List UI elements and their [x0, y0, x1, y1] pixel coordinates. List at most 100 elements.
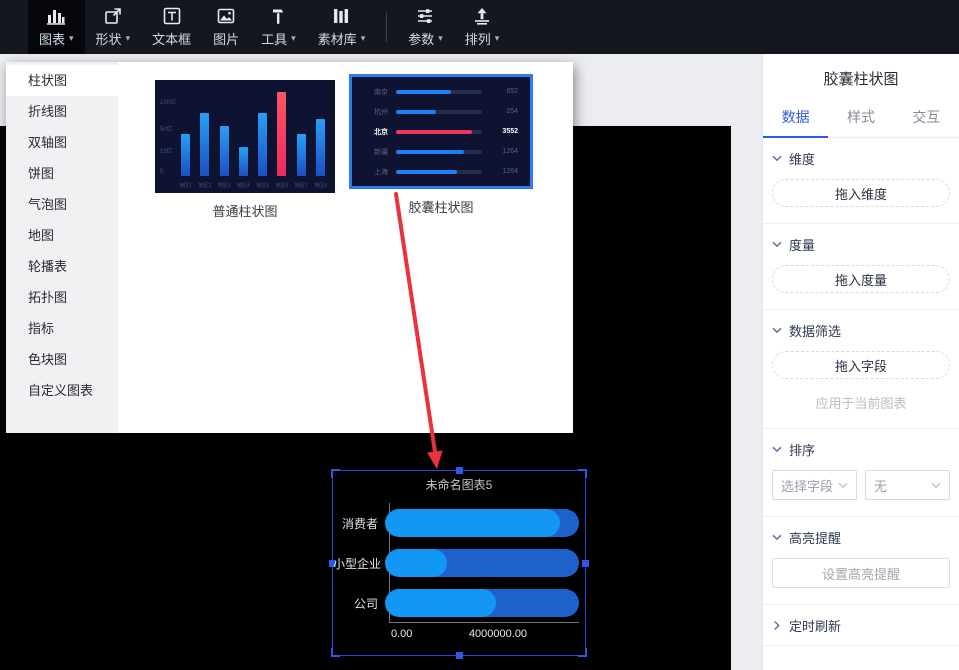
- row-value: 3552: [502, 128, 518, 135]
- category-label: 公司: [353, 596, 378, 611]
- menu-item-bar-chart[interactable]: 柱状图: [6, 65, 118, 96]
- toolbar-item-label: 工具: [261, 32, 288, 47]
- bar-track: [385, 589, 579, 617]
- section-dimension: 维度 拖入维度: [763, 138, 959, 207]
- menu-item-line-chart[interactable]: 折线图: [6, 96, 118, 127]
- section-measure: 度量 拖入度量: [763, 224, 959, 293]
- drop-field-zone[interactable]: 拖入字段: [772, 351, 950, 379]
- sort-controls: 选择字段 无: [772, 470, 950, 500]
- row-track: [396, 149, 482, 154]
- section-measure-header[interactable]: 度量: [772, 224, 950, 264]
- capsule-bar-row: 公司: [333, 589, 579, 617]
- chart-icon: [47, 10, 66, 25]
- gallery-card-capsule-bar[interactable]: 南京 652 杭州 254 北京 3552 新疆 1264 上海 1264 胶囊…: [349, 74, 533, 216]
- x-tick-label: 地区1: [179, 183, 192, 189]
- row-value: 652: [506, 88, 518, 95]
- section-highlight-header[interactable]: 高亮提醒: [772, 517, 950, 557]
- toolbar-item-label: 图表: [39, 32, 66, 47]
- gallery-card-normal-bar[interactable]: 100亿 50亿 10亿 0 地区1 地区2 地区3 地区4 地区5 地区6 地…: [155, 80, 335, 220]
- chevron-down-icon: [772, 241, 782, 247]
- toolbar-separator: [386, 12, 388, 42]
- x-tick-label: 地区7: [294, 183, 308, 189]
- section-title: 度量: [789, 237, 816, 253]
- resize-handle-bottom-right[interactable]: [578, 648, 587, 657]
- resize-handle-right[interactable]: [582, 559, 589, 567]
- section-dimension-header[interactable]: 维度: [772, 138, 950, 178]
- chevron-down-icon: [931, 482, 941, 488]
- x-tick-label: 地区5: [256, 183, 270, 189]
- chart-type-popup: 柱状图 折线图 双轴图 饼图 气泡图 地图 轮播表 拓扑图 指标 色块图 自定义…: [6, 62, 573, 433]
- toolbar-item-charts[interactable]: 图表 ▾: [28, 0, 85, 54]
- top-toolbar: 图表 ▾ 形状 ▾ 文本框 图片 工具 ▾ 素材库 ▾ 参数 ▾ 排列 ▾: [0, 0, 959, 54]
- row-fill: [396, 149, 464, 154]
- bar-track: [385, 549, 579, 577]
- drop-measure-zone[interactable]: 拖入度量: [772, 265, 950, 293]
- section-data-filter-header[interactable]: 数据筛选: [772, 310, 950, 350]
- row-fill: [396, 89, 452, 94]
- bar: [238, 147, 248, 176]
- sort-order-select[interactable]: 无: [865, 470, 950, 500]
- tab-interaction[interactable]: 交互: [894, 101, 959, 137]
- y-tick-label: 10亿: [160, 149, 173, 155]
- menu-item-color-block-chart[interactable]: 色块图: [6, 344, 118, 375]
- resize-handle-top[interactable]: [455, 467, 463, 474]
- menu-item-bubble-chart[interactable]: 气泡图: [6, 189, 118, 220]
- toolbar-item-arrange[interactable]: 排列 ▾: [454, 0, 511, 54]
- section-timed-refresh-header[interactable]: 定时刷新: [772, 605, 950, 645]
- menu-item-map-chart[interactable]: 地图: [6, 220, 118, 251]
- panel-title: 胶囊柱状图: [823, 71, 899, 88]
- chevron-down-icon: ▾: [438, 33, 443, 43]
- chevron-down-icon: ▾: [291, 33, 296, 43]
- capsule-bar-row: 消费者: [333, 509, 579, 537]
- x-axis-tick: 4000000.00: [468, 628, 528, 640]
- divider: [763, 645, 959, 646]
- bar: [258, 113, 268, 176]
- tab-data[interactable]: 数据: [763, 101, 829, 138]
- app-window: 图表 ▾ 形状 ▾ 文本框 图片 工具 ▾ 素材库 ▾ 参数 ▾ 排列 ▾ 未命…: [0, 0, 959, 670]
- section-data-filter: 数据筛选 拖入字段 应用于当前图表: [763, 310, 959, 412]
- capsule-row-highlighted: 北京 3552: [364, 127, 518, 136]
- toolbar-item-parameters[interactable]: 参数 ▾: [397, 0, 454, 54]
- row-label: 杭州: [374, 108, 388, 116]
- row-label: 新疆: [374, 148, 388, 156]
- toolbar-item-image[interactable]: 图片: [202, 0, 250, 54]
- chevron-down-icon: ▾: [360, 33, 366, 43]
- toolbar-item-tools[interactable]: 工具 ▾: [250, 0, 307, 54]
- section-title: 数据筛选: [789, 323, 842, 339]
- resize-handle-bottom[interactable]: [455, 652, 463, 659]
- toolbar-item-textbox[interactable]: 文本框: [141, 0, 202, 54]
- capsule-bar-row: 小型企业: [333, 549, 579, 577]
- toolbar-item-library[interactable]: 素材库 ▾: [307, 0, 377, 54]
- x-tick-labels: 地区1 地区2 地区3 地区4 地区5 地区6 地区7 地区8: [179, 182, 327, 189]
- x-tick-label: 地区3: [217, 183, 231, 189]
- set-highlight-button[interactable]: 设置高亮提醒: [772, 558, 950, 588]
- menu-item-custom-chart[interactable]: 自定义图表: [6, 375, 118, 406]
- tab-style[interactable]: 样式: [828, 101, 893, 137]
- chevron-down-icon: [772, 327, 782, 333]
- sort-field-select[interactable]: 选择字段: [772, 470, 857, 500]
- chevron-down-icon: [772, 446, 782, 452]
- menu-item-indicator[interactable]: 指标: [6, 313, 118, 344]
- bar-fill: [385, 589, 496, 617]
- x-tick-label: 地区8: [314, 183, 327, 189]
- row-track: [396, 89, 482, 94]
- chevron-down-icon: [772, 155, 782, 161]
- x-tick-label: 地区4: [236, 183, 250, 189]
- section-title: 高亮提醒: [789, 530, 842, 546]
- selected-chart-widget[interactable]: 未命名图表5 消费者 小型企业 公司 0.00 4000000.00: [329, 467, 589, 659]
- chevron-right-icon: [774, 620, 780, 630]
- drop-dimension-zone[interactable]: 拖入维度: [772, 179, 950, 207]
- resize-handle-bottom-left[interactable]: [331, 648, 340, 657]
- menu-item-topology-chart[interactable]: 拓扑图: [6, 282, 118, 313]
- panel-tabs: 数据 样式 交互: [763, 101, 959, 138]
- bar-highlighted: [277, 91, 287, 176]
- chart-gallery: 100亿 50亿 10亿 0 地区1 地区2 地区3 地区4 地区5 地区6 地…: [118, 62, 573, 433]
- menu-item-dual-axis-chart[interactable]: 双轴图: [6, 127, 118, 158]
- y-tick-label: 50亿: [160, 127, 173, 133]
- menu-item-carousel-table[interactable]: 轮播表: [6, 251, 118, 282]
- section-title: 定时刷新: [789, 618, 842, 634]
- chart-title: 未命名图表5: [425, 478, 493, 492]
- menu-item-pie-chart[interactable]: 饼图: [6, 158, 118, 189]
- section-sort-header[interactable]: 排序: [772, 429, 950, 469]
- toolbar-item-shapes[interactable]: 形状 ▾: [85, 0, 142, 54]
